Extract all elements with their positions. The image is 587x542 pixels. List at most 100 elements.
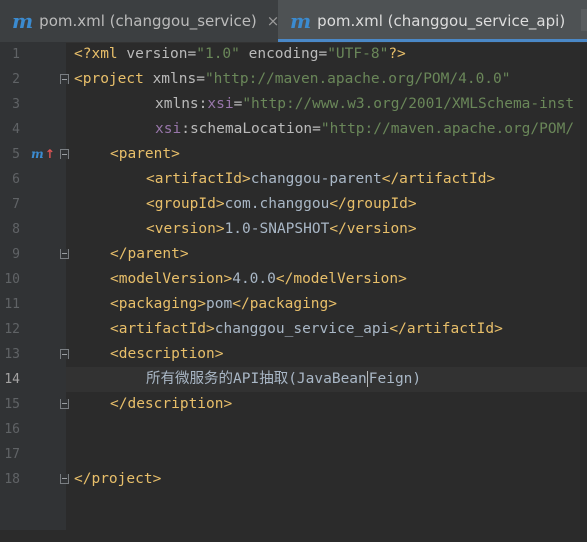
line-number: 3 [12, 97, 20, 112]
code-line-1: <?xml version="1.0" encoding="UTF-8"?> [66, 42, 587, 67]
attr-name: xmlns [155, 96, 199, 112]
line-number-row[interactable]: 13 [0, 342, 69, 367]
line-number-row[interactable]: 18 [0, 467, 69, 492]
maven-icon: m [290, 9, 312, 33]
line-number: 10 [4, 272, 20, 287]
line-number-row[interactable]: 14 [0, 367, 66, 392]
code-line-5: <parent> [66, 142, 587, 167]
line-number: 6 [12, 172, 20, 187]
xml-tag: <parent> [110, 146, 180, 162]
line-number: 18 [4, 472, 20, 487]
xml-tag: <packaging> [110, 296, 207, 312]
attr-name: schemaLocation [189, 121, 313, 137]
code-line-11: <packaging>pom</packaging> [66, 292, 587, 317]
line-number-row[interactable]: 4 [0, 117, 66, 142]
line-number-row[interactable]: 12 [0, 317, 66, 342]
xml-tag: </groupId> [329, 196, 417, 212]
line-number-row[interactable]: 8 [0, 217, 66, 242]
maven-letter: m [31, 147, 44, 161]
line-number-row[interactable]: 7 [0, 192, 66, 217]
xml-tag: </packaging> [232, 296, 337, 312]
line-number-row[interactable]: 11 [0, 292, 66, 317]
code-line-3: xmlns:xsi="http://www.w3.org/2001/XMLSch… [66, 92, 587, 117]
xml-tag: <project [74, 71, 144, 87]
xml-text: changgou_service_api [214, 321, 390, 337]
maven-parent-icon[interactable]: m↑ [31, 142, 55, 167]
xml-tag: </artifactId> [389, 321, 503, 337]
line-number: 12 [4, 322, 20, 337]
attr-encoding: encoding= [239, 46, 328, 62]
line-number-row[interactable]: 2 [0, 67, 69, 92]
xml-tag: <artifactId> [110, 321, 215, 337]
xml-declaration-open: <?xml [74, 46, 118, 62]
xml-tag: </project> [74, 471, 162, 487]
xml-tag: </parent> [110, 246, 189, 262]
line-number: 4 [12, 122, 20, 137]
code-line-8: <version>1.0-SNAPSHOT</version> [66, 217, 587, 242]
attr-value: "http://www.w3.org/2001/XMLSchema-inst [242, 96, 575, 112]
tab-pom-changgou-service-api[interactable]: m pom.xml (changgou_service_api) [278, 0, 587, 42]
attr-value: "1.0" [196, 46, 240, 62]
line-number: 15 [4, 397, 20, 412]
xml-text: changgou-parent [250, 171, 382, 187]
line-number: 16 [4, 422, 20, 437]
tab-pom-changgou-service[interactable]: m pom.xml (changgou_service) × [0, 0, 279, 42]
line-number-row[interactable]: 5 m↑ [0, 142, 69, 167]
line-number: 8 [12, 222, 20, 237]
colon: : [181, 121, 190, 137]
code-line-9: </parent> [66, 242, 587, 267]
line-number-row[interactable]: 15 [0, 392, 69, 417]
line-number-row[interactable]: 16 [0, 417, 66, 442]
code-line-6: <artifactId>changgou-parent</artifactId> [66, 167, 587, 192]
line-number: 1 [12, 47, 20, 62]
xml-text: 4.0.0 [232, 271, 276, 287]
line-number-row[interactable]: 3 [0, 92, 66, 117]
attr-value: "http://maven.apache.org/POM/4.0.0" [204, 71, 511, 87]
xml-tag: </description> [110, 396, 233, 412]
tab-scroll-indicator[interactable] [581, 9, 587, 31]
namespace-prefix: xsi [155, 121, 182, 137]
xml-declaration-close: ?> [388, 46, 406, 62]
code-editor[interactable]: <?xml version="1.0" encoding="UTF-8"?> <… [66, 42, 587, 530]
line-number: 11 [4, 297, 20, 312]
code-line-15: </description> [66, 392, 587, 417]
xml-tag: <artifactId> [146, 171, 251, 187]
line-number: 2 [12, 72, 20, 87]
xml-text: 所有微服务的API抽取(JavaBean [146, 371, 367, 387]
arrow-up-icon: ↑ [44, 147, 55, 161]
editor-tab-bar: m pom.xml (changgou_service) × m pom.xml… [0, 0, 587, 43]
code-line-4: xsi:schemaLocation="http://maven.apache.… [66, 117, 587, 142]
xml-text: pom [206, 296, 233, 312]
line-number-row[interactable]: 9 [0, 242, 69, 267]
code-line-12: <artifactId>changgou_service_api</artifa… [66, 317, 587, 342]
xml-tag: <description> [110, 346, 224, 362]
attr-value: "http://maven.apache.org/POM/ [320, 121, 575, 137]
xml-tag: </artifactId> [381, 171, 496, 187]
code-line-13: <description> [66, 342, 587, 367]
line-number: 9 [12, 247, 20, 262]
editor-gutter: 1 2 3 4 5 m↑ 6 7 8 9 10 11 12 13 14 15 16 17 18 [0, 42, 69, 530]
xml-tag: <modelVersion> [110, 271, 233, 287]
line-number-row[interactable]: 1 [0, 42, 66, 67]
line-number-row[interactable]: 17 [0, 442, 66, 467]
attr-xmlns: xmlns= [143, 71, 205, 87]
xml-tag: <groupId> [146, 196, 225, 212]
namespace-prefix: xsi [207, 96, 234, 112]
code-line-18: </project> [66, 467, 587, 492]
xml-tag: </version> [329, 221, 417, 237]
line-number: 7 [12, 197, 20, 212]
tab-label: pom.xml (changgou_service) [39, 12, 257, 30]
line-number: 17 [4, 447, 20, 462]
line-number: 14 [4, 372, 20, 387]
tab-label: pom.xml (changgou_service_api) [317, 12, 566, 30]
equals: = [312, 121, 321, 137]
xml-tag: </modelVersion> [275, 271, 407, 287]
line-number-row[interactable]: 6 [0, 167, 66, 192]
line-number-row[interactable]: 10 [0, 267, 66, 292]
attr-version: version= [117, 46, 197, 62]
xml-tag: <version> [146, 221, 225, 237]
code-line-14: 所有微服务的API抽取(JavaBean Feign) [66, 367, 587, 392]
maven-icon: m [12, 9, 34, 33]
